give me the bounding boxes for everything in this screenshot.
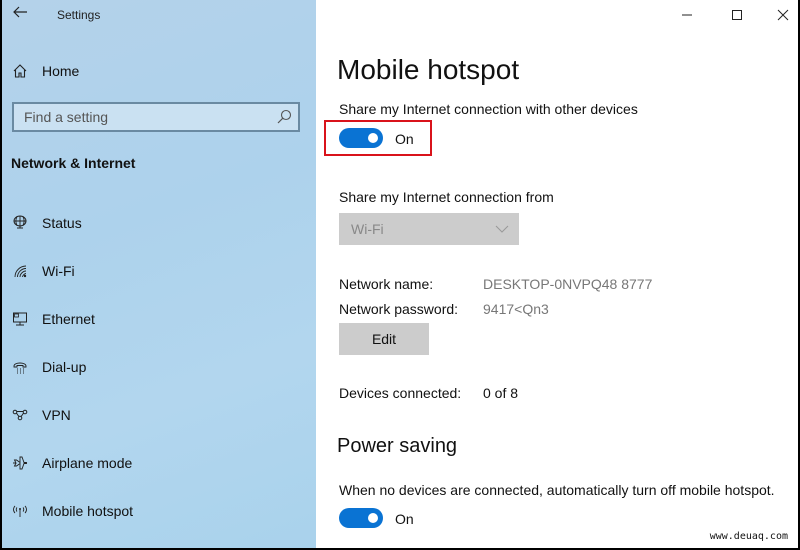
hotspot-icon [11, 502, 29, 520]
phone-icon [11, 358, 29, 376]
sidebar-item-label: Ethernet [42, 311, 95, 327]
sidebar: Settings Home Network & Internet Status … [2, 0, 316, 548]
share-from-label: Share my Internet connection from [339, 189, 554, 205]
minimize-icon [682, 14, 692, 16]
app-title: Settings [57, 8, 101, 22]
sidebar-item-label: Dial-up [42, 359, 87, 375]
share-toggle[interactable] [339, 128, 383, 148]
share-from-dropdown[interactable]: Wi-Fi [339, 213, 519, 245]
ethernet-icon [11, 310, 29, 328]
back-button[interactable] [10, 4, 30, 24]
titlebar: Settings [2, 0, 316, 30]
sidebar-item-label: Wi-Fi [42, 263, 75, 279]
close-icon [777, 9, 789, 21]
minimize-button[interactable] [664, 0, 710, 30]
sidebar-item-label: Airplane mode [42, 455, 133, 471]
page-title: Mobile hotspot [337, 54, 520, 85]
globe-monitor-icon [11, 214, 29, 232]
sidebar-item-vpn[interactable]: VPN [2, 395, 316, 435]
back-arrow-icon [13, 6, 27, 18]
maximize-icon [732, 10, 742, 20]
share-toggle-state: On [395, 131, 414, 147]
search-icon[interactable] [276, 109, 292, 125]
network-name-label: Network name: [339, 276, 434, 292]
main-content: Mobile hotspot Share my Internet connect… [316, 0, 798, 548]
section-title: Network & Internet [11, 155, 136, 171]
sidebar-item-label: Mobile hotspot [42, 503, 134, 519]
power-saving-title: Power saving [337, 435, 458, 457]
power-saving-toggle-state: On [395, 511, 414, 527]
watermark: www.deuaq.com [709, 531, 788, 542]
home-icon [11, 62, 29, 80]
airplane-icon [11, 454, 29, 472]
network-password-label: Network password: [339, 301, 459, 317]
sidebar-item-status[interactable]: Status [2, 203, 316, 243]
search-input[interactable] [14, 104, 264, 130]
wifi-icon [11, 262, 29, 280]
sidebar-item-label: VPN [42, 407, 71, 423]
sidebar-item-label: Home [42, 63, 80, 79]
sidebar-item-label: Status [42, 215, 82, 231]
sidebar-item-home[interactable]: Home [2, 51, 316, 91]
power-saving-desc: When no devices are connected, automatic… [339, 482, 775, 498]
sidebar-item-dialup[interactable]: Dial-up [2, 347, 316, 387]
network-password-value: 9417<Qn3 [483, 301, 549, 317]
devices-connected-label: Devices connected: [339, 385, 462, 401]
close-button[interactable] [760, 0, 798, 30]
sidebar-item-wifi[interactable]: Wi-Fi [2, 251, 316, 291]
vpn-icon [11, 406, 29, 424]
search-box[interactable] [12, 102, 300, 132]
settings-window: Settings Home Network & Internet Status … [2, 0, 798, 548]
sidebar-item-ethernet[interactable]: Ethernet [2, 299, 316, 339]
edit-button[interactable]: Edit [339, 323, 429, 355]
share-from-value: Wi-Fi [351, 221, 384, 237]
sidebar-item-airplane-mode[interactable]: Airplane mode [2, 443, 316, 483]
sidebar-item-mobile-hotspot[interactable]: Mobile hotspot [2, 491, 316, 531]
maximize-button[interactable] [714, 0, 760, 30]
power-saving-toggle[interactable] [339, 508, 383, 528]
chevron-down-icon [495, 225, 509, 233]
network-name-value: DESKTOP-0NVPQ48 8777 [483, 276, 653, 292]
devices-connected-value: 0 of 8 [483, 385, 519, 401]
share-label: Share my Internet connection with other … [339, 101, 638, 117]
